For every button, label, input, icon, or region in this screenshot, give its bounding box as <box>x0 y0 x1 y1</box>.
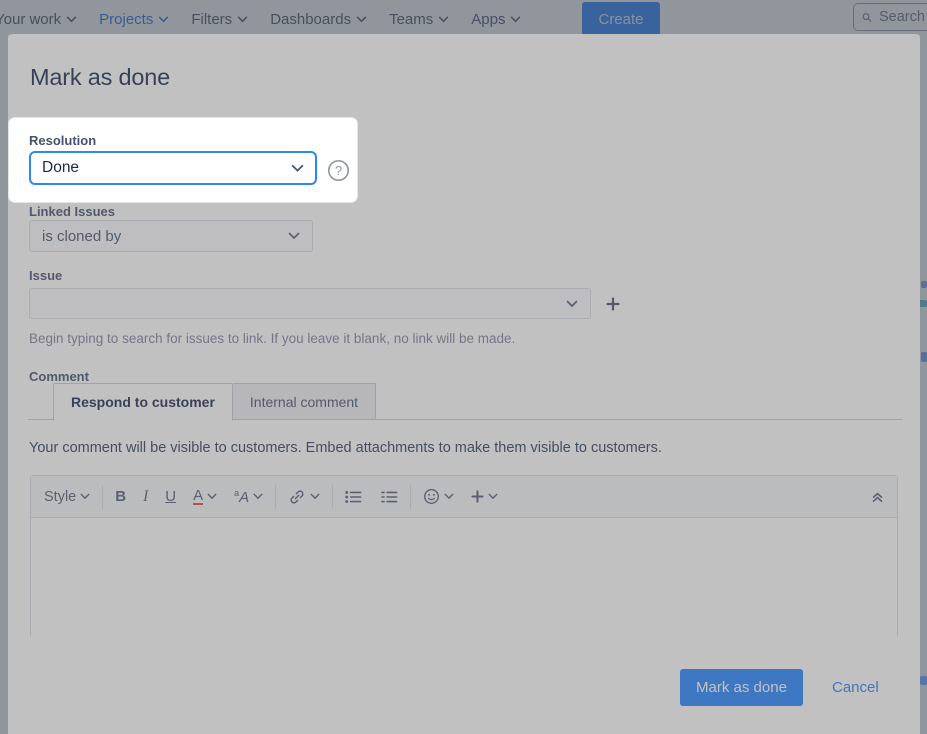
resolution-spotlight: Resolution Done ? <box>9 118 357 202</box>
chevron-down-icon <box>291 164 304 173</box>
spotlight-dim-overlay <box>0 0 927 734</box>
resolution-value: Done <box>42 159 291 177</box>
resolution-label: Resolution <box>29 133 96 148</box>
help-icon[interactable]: ? <box>327 159 350 182</box>
screen: Your work Projects Filters Dashboards Te… <box>0 0 927 734</box>
resolution-select[interactable]: Done <box>29 151 317 185</box>
svg-text:?: ? <box>335 163 342 178</box>
